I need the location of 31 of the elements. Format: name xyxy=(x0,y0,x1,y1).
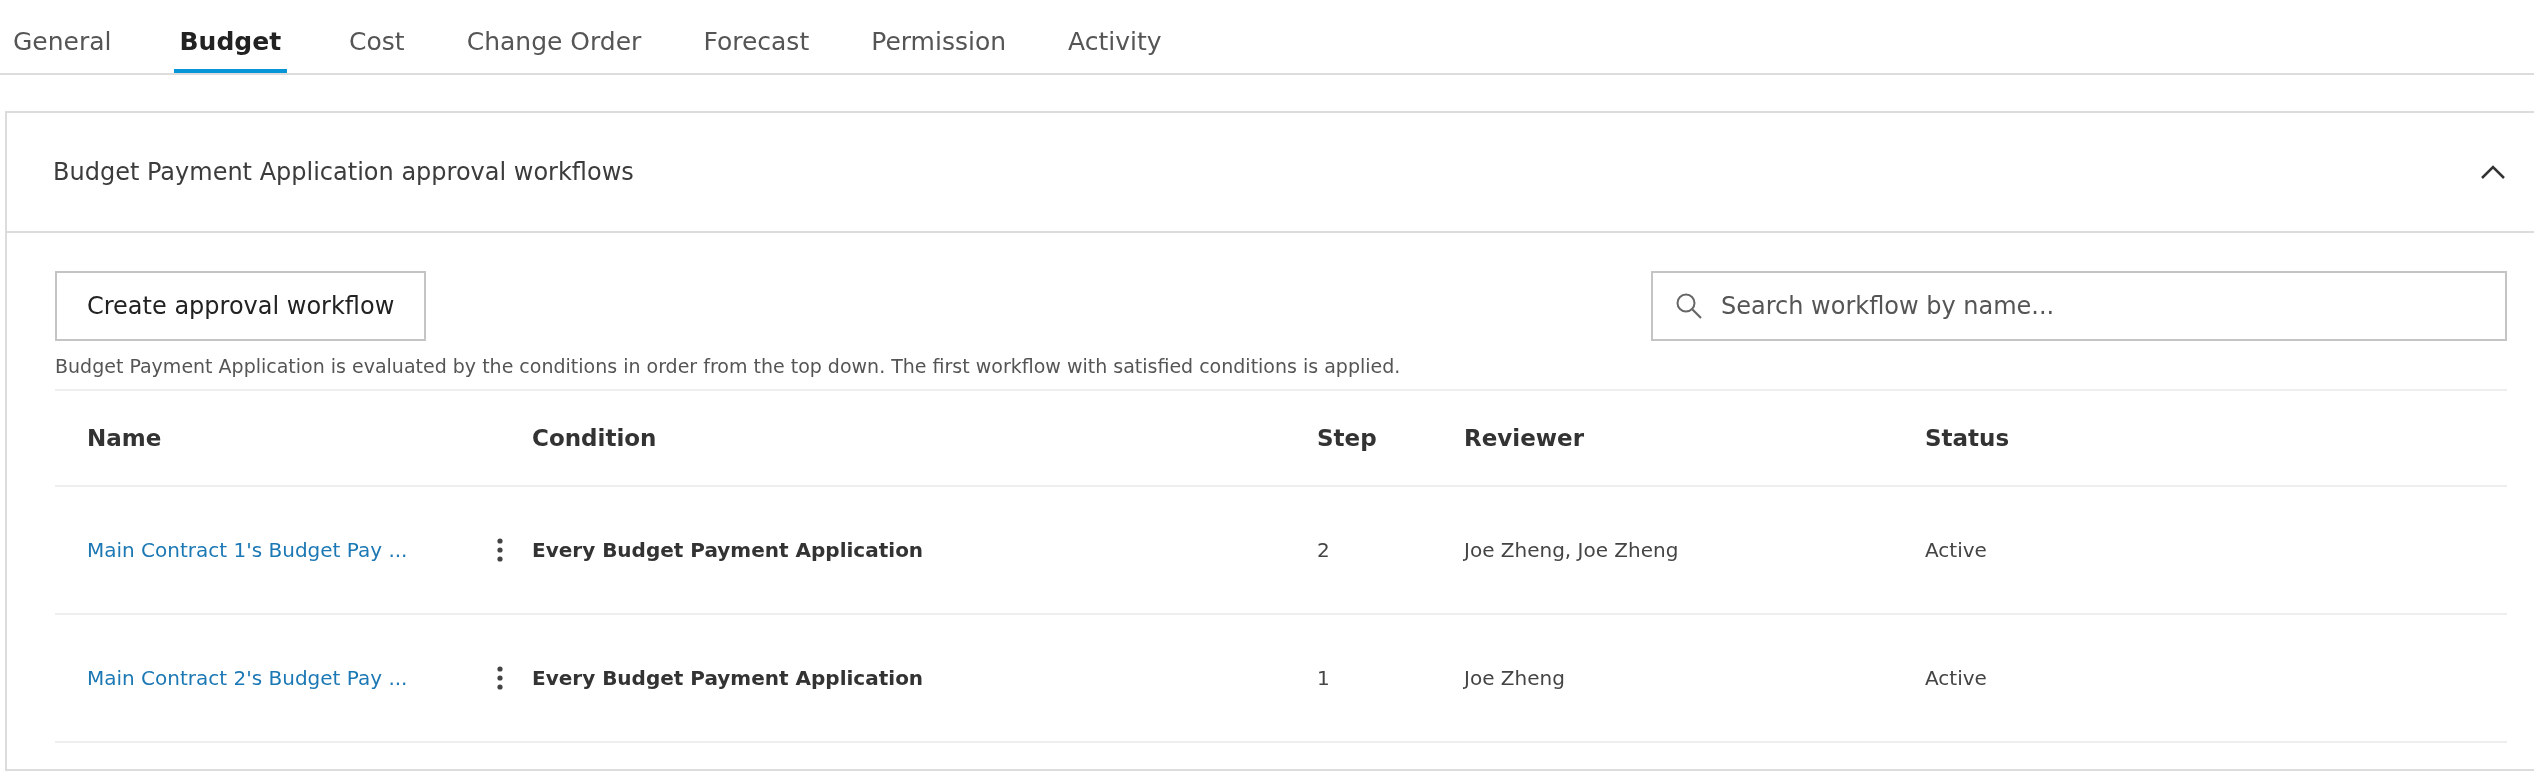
step-cell-text: 2 xyxy=(1317,538,1331,562)
tab[interactable]: Activity xyxy=(1068,0,1162,73)
column-header: Reviewer xyxy=(1464,425,1585,451)
reviewer-cell-text: Joe Zheng, Joe Zheng xyxy=(1464,538,1680,562)
step-cell-text: 1 xyxy=(1317,666,1331,690)
reviewer-cell-text: Joe Zheng xyxy=(1464,666,1566,690)
tab[interactable]: Permission xyxy=(871,0,1007,73)
workflow-link[interactable]: Main Contract 2's Budget Pay ... xyxy=(87,666,408,690)
panel-title: Budget Payment Application approval workflows xyxy=(53,158,634,186)
column-header: Condition xyxy=(532,425,658,451)
status-cell-text: Active xyxy=(1925,666,1988,690)
more-options-icon[interactable] xyxy=(496,537,504,563)
chevron-up-icon[interactable] xyxy=(2480,164,2506,180)
search-field[interactable]: Search workflow by name... xyxy=(1651,271,2507,341)
description-text: Budget Payment Application is evaluated by the conditions in order from the top down. The first workflow with satisfied conditions is applied. xyxy=(55,355,2507,391)
condition-text: Every Budget Payment Application xyxy=(532,666,925,690)
search-icon xyxy=(1675,292,1703,320)
workflow-link[interactable]: Main Contract 1's Budget Pay ... xyxy=(87,538,408,562)
tab[interactable]: Budget xyxy=(173,0,288,73)
column-header: Step xyxy=(1317,425,1378,451)
condition-text: Every Budget Payment Application xyxy=(532,538,925,562)
panel-header[interactable]: Budget Payment Application approval workflows xyxy=(7,113,2534,233)
tab[interactable]: Forecast xyxy=(703,0,810,73)
more-options-icon[interactable] xyxy=(496,665,504,691)
create-workflow-button[interactable]: Create approval workflow xyxy=(55,271,427,341)
tab[interactable]: Cost xyxy=(349,0,405,73)
status-cell-text: Active xyxy=(1925,538,1988,562)
column-header: Status xyxy=(1925,425,2011,451)
tab[interactable]: Change Order xyxy=(466,0,642,73)
column-header: Name xyxy=(87,425,163,451)
tab[interactable]: General xyxy=(13,0,112,73)
